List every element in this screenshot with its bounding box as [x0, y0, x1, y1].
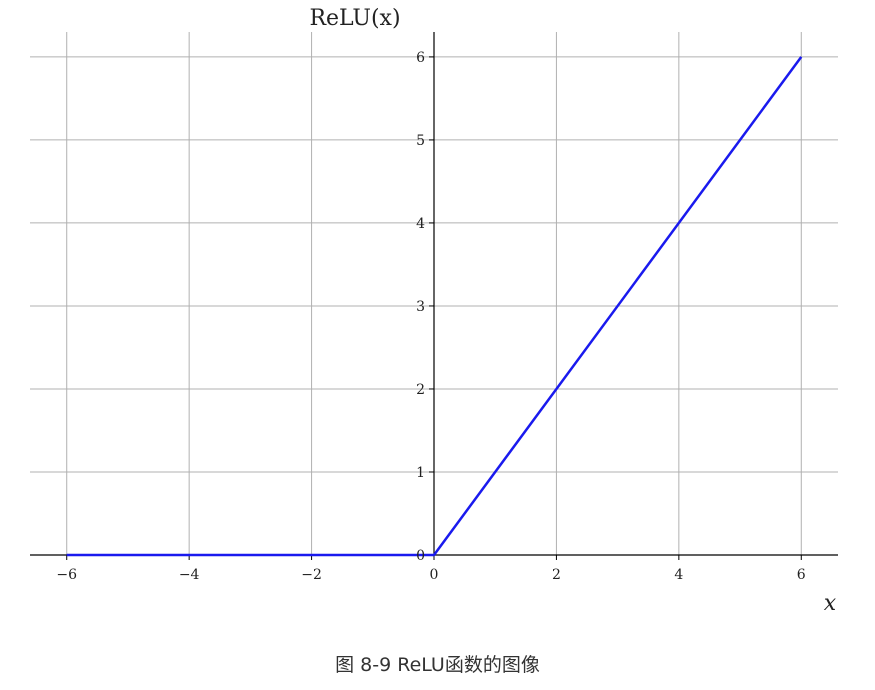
x-tick-label: 4: [674, 567, 683, 583]
x-tick-label: −2: [301, 567, 322, 583]
tick-labels: −6 −4 −2 0 2 4 6 0 1 2 3 4 5 6: [56, 50, 805, 583]
y-tick-label: 5: [416, 133, 425, 149]
x-axis-title: x: [824, 591, 837, 616]
relu-chart: −6 −4 −2 0 2 4 6 0 1 2 3 4 5 6 ReLU(x) x: [30, 6, 838, 616]
y-tick-label: 2: [416, 382, 425, 398]
y-tick-label: 4: [416, 216, 425, 232]
x-tick-label: 6: [797, 567, 806, 583]
y-tick-label: 1: [416, 465, 425, 481]
x-tick-label: −6: [56, 567, 77, 583]
y-tick-label: 6: [416, 50, 425, 66]
figure-caption: 图 8-9 ReLU函数的图像: [335, 654, 540, 676]
x-tick-label: 0: [430, 567, 439, 583]
x-tick-label: −4: [179, 567, 200, 583]
y-tick-label: 3: [416, 299, 425, 315]
axes: [30, 32, 838, 560]
y-axis-title: ReLU(x): [309, 6, 400, 31]
x-tick-label: 2: [552, 567, 561, 583]
y-tick-label: 0: [416, 548, 425, 564]
